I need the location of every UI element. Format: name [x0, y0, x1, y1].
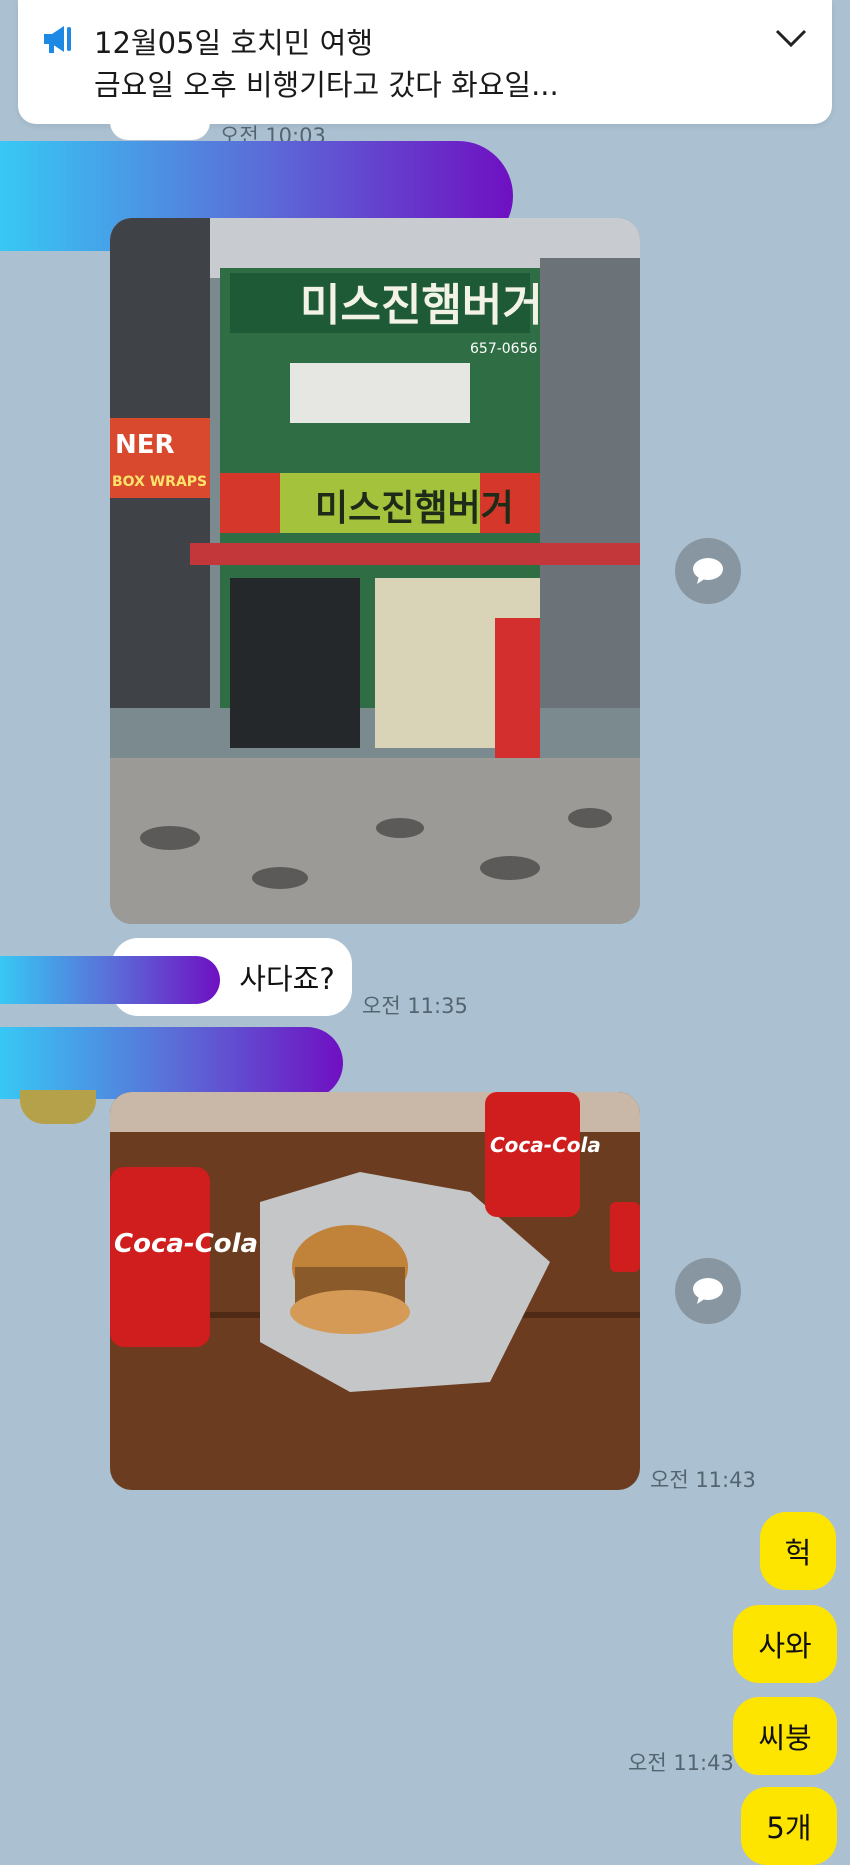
storefront-phone: 657-0656	[470, 341, 537, 357]
avatar[interactable]	[20, 1090, 96, 1124]
speech-bubble-icon	[693, 1278, 723, 1304]
reply-bubble: 씨붕	[733, 1697, 837, 1775]
reply-text: 사와	[758, 1629, 812, 1663]
replies-time: 오전 11:43	[628, 1751, 734, 1775]
burger-image: Coca-Cola Coca-Cola	[110, 1092, 640, 1490]
redacted-text	[0, 956, 220, 1004]
previous-message-bubble	[110, 110, 210, 140]
question-time: 오전 11:35	[362, 994, 468, 1018]
reply-bubble: 사와	[733, 1605, 837, 1683]
notice-title: 12월05일 호치민 여행	[94, 26, 373, 60]
burger-photo[interactable]: Coca-Cola Coca-Cola	[110, 1092, 640, 1490]
notice-preview: 금요일 오후 비행기타고 갔다 화요일...	[94, 68, 559, 102]
speech-bubble-icon	[693, 558, 723, 584]
can-brand-left: Coca-Cola	[114, 1229, 258, 1259]
reply-text: 헉	[784, 1536, 812, 1570]
storefront-image: NER BOX WRAPS 미스진햄버거 657-0656 미스진햄버거	[110, 218, 640, 924]
reply-bubble: 헉	[760, 1512, 836, 1590]
neighbor-sign-text: NER	[115, 430, 175, 460]
megaphone-icon	[44, 26, 71, 53]
storefront-top-sign: 미스진햄버거	[300, 280, 543, 331]
redacted-sender-name	[0, 1027, 343, 1099]
reply-text: 5개	[766, 1811, 812, 1845]
storefront-photo[interactable]: NER BOX WRAPS 미스진햄버거 657-0656 미스진햄버거	[110, 218, 640, 924]
pinned-notice[interactable]: 12월05일 호치민 여행 금요일 오후 비행기타고 갔다 화요일...	[18, 0, 832, 124]
reply-bubble: 5개	[741, 1787, 837, 1865]
burger-photo-time: 오전 11:43	[650, 1468, 756, 1492]
can-brand-right: Coca-Cola	[490, 1133, 601, 1157]
chevron-down-icon[interactable]	[774, 26, 808, 50]
share-button[interactable]	[675, 538, 741, 604]
storefront-main-sign: 미스진햄버거	[315, 488, 514, 529]
reply-text: 씨붕	[758, 1721, 812, 1755]
share-button[interactable]	[675, 1258, 741, 1324]
neighbor-sub-text: BOX WRAPS	[112, 474, 207, 490]
